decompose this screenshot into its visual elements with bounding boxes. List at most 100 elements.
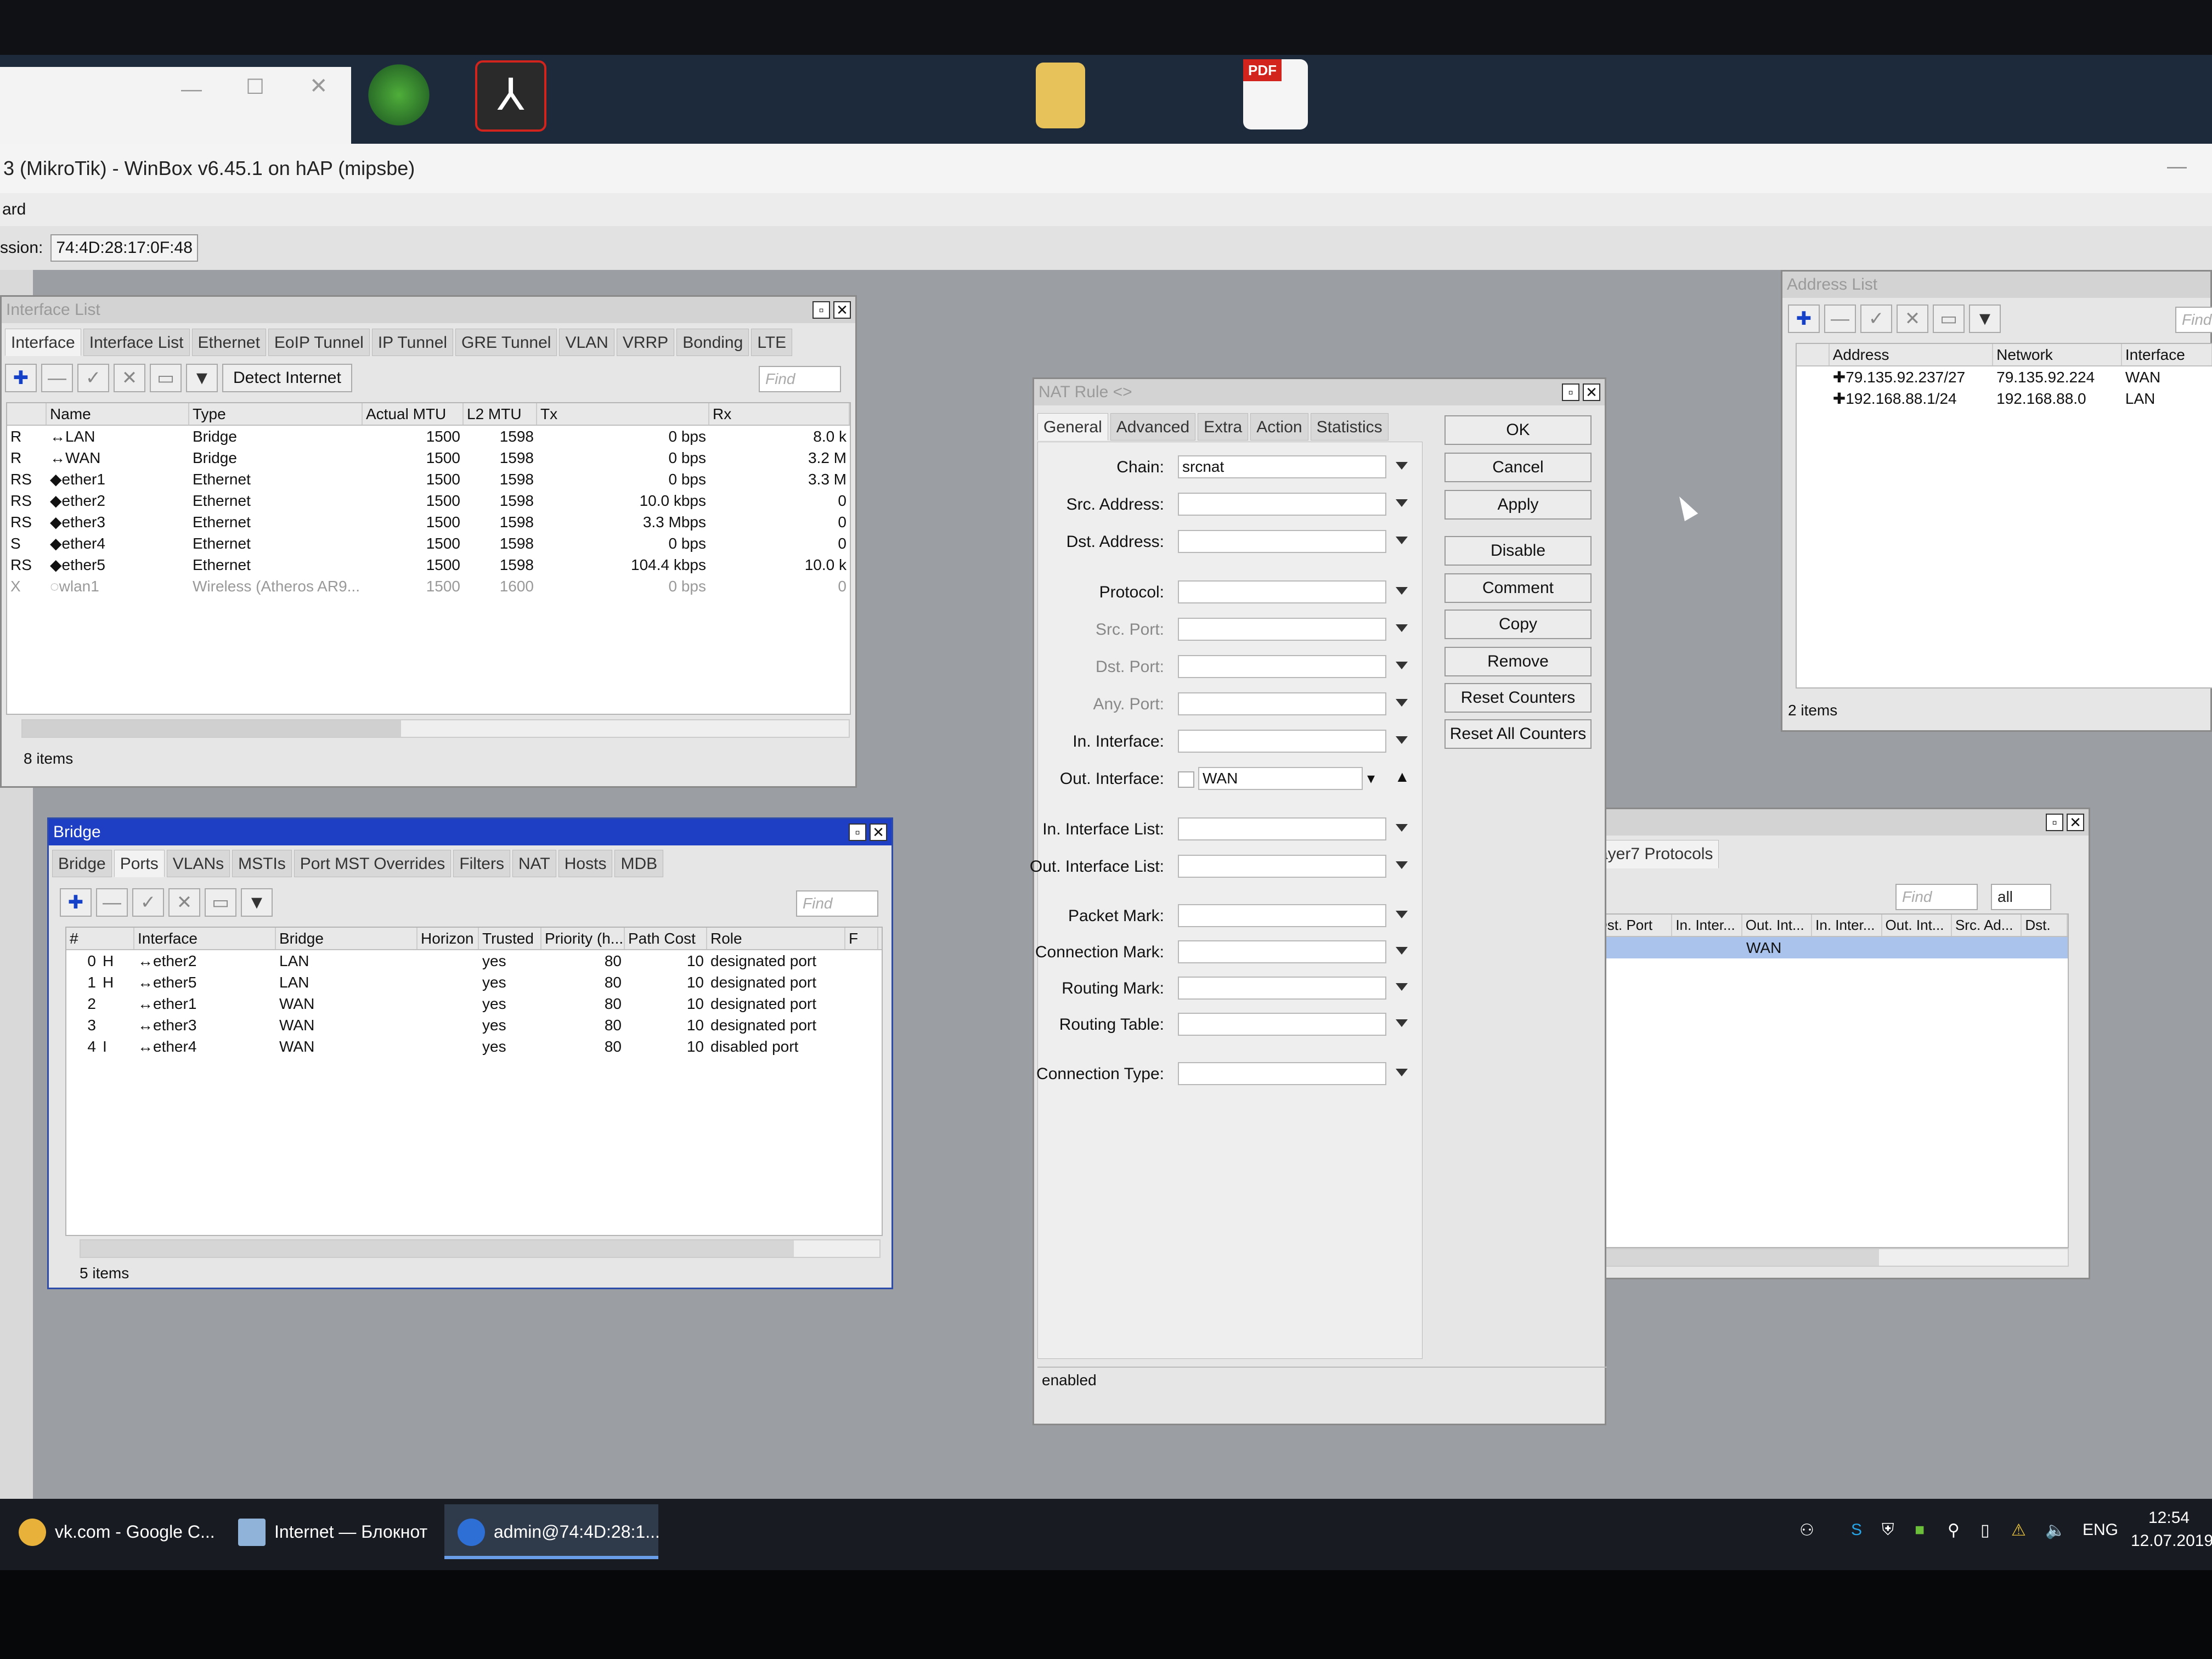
tab-eoip-tunnel[interactable]: EoIP Tunnel	[268, 329, 370, 356]
volume-icon[interactable]: 🔈	[2045, 1521, 2066, 1540]
chain-input[interactable]: srcnat	[1178, 455, 1386, 478]
table-row[interactable]: ✚79.135.92.237/27 79.135.92.224 WAN	[1797, 366, 2212, 388]
tab-mstis[interactable]: MSTIs	[232, 850, 292, 877]
tab-bonding[interactable]: Bonding	[676, 329, 749, 356]
remove-button[interactable]: Remove	[1444, 647, 1592, 676]
table-row[interactable]: S ◆ether4 Ethernet 1500 1598 0 bps 0	[7, 533, 850, 554]
add-icon[interactable]: ✚	[60, 888, 92, 917]
maximize-icon[interactable]: ▫	[849, 823, 866, 841]
winrar-archive-icon[interactable]	[1036, 63, 1085, 128]
menu-dashboard[interactable]: ard	[2, 200, 26, 218]
session-value[interactable]: 74:4D:28:17:0F:48	[50, 234, 198, 262]
in-interface-input[interactable]	[1178, 730, 1386, 753]
chevron-down-icon[interactable]	[1396, 699, 1408, 707]
src-address-input[interactable]	[1178, 493, 1386, 516]
packet-mark-input[interactable]	[1178, 904, 1386, 927]
dst-address-input[interactable]	[1178, 530, 1386, 553]
find-input[interactable]: Find	[2175, 307, 2212, 333]
chevron-up-icon[interactable]: ▲	[1395, 768, 1410, 786]
tab-port-mst-overrides[interactable]: Port MST Overrides	[294, 850, 452, 877]
dst-port-input[interactable]	[1178, 655, 1386, 678]
clock-time[interactable]: 12:54	[2148, 1509, 2190, 1527]
cancel-button[interactable]: Cancel	[1444, 453, 1592, 482]
col-network[interactable]: Network	[1993, 344, 2122, 365]
table-row[interactable]: RS ◆ether2 Ethernet 1500 1598 10.0 kbps 0	[7, 490, 850, 511]
find-input[interactable]: Find	[796, 890, 878, 917]
col-horizon[interactable]: Horizon	[417, 928, 479, 949]
enable-icon[interactable]: ✓	[1860, 304, 1892, 333]
filter-icon[interactable]: ▼	[186, 364, 218, 392]
tab-ip-tunnel[interactable]: IP Tunnel	[371, 329, 454, 356]
apply-button[interactable]: Apply	[1444, 490, 1592, 520]
close-icon[interactable]: ✕	[2067, 814, 2084, 831]
globe-app-icon[interactable]	[363, 59, 435, 131]
table-row[interactable]: RS ◆ether1 Ethernet 1500 1598 0 bps 3.3 M	[7, 469, 850, 490]
col-priority[interactable]: Priority (h...	[541, 928, 625, 949]
chevron-down-icon[interactable]	[1396, 1019, 1408, 1027]
pdf-file-icon[interactable]: PDF	[1243, 59, 1308, 129]
filter-icon[interactable]: ▼	[1969, 304, 2001, 333]
comment-button[interactable]: Comment	[1444, 573, 1592, 603]
table-row[interactable]: 4 I ↔ether4 WAN yes 80 10 disabled port	[66, 1036, 882, 1057]
chevron-down-icon[interactable]	[1396, 736, 1408, 744]
chevron-down-icon[interactable]	[1396, 911, 1408, 918]
maximize-icon[interactable]: ▫	[812, 301, 830, 319]
dropdown-icon[interactable]: ▾	[1367, 769, 1375, 787]
tab-layer7-protocols[interactable]: ayer7 Protocols	[1593, 840, 1719, 868]
filter-icon[interactable]: ▼	[241, 888, 273, 917]
chevron-down-icon[interactable]	[1396, 587, 1408, 595]
warning-icon[interactable]: ⚠	[2011, 1521, 2026, 1540]
chevron-down-icon[interactable]	[1396, 499, 1408, 507]
horizontal-scrollbar[interactable]	[80, 1239, 881, 1258]
chevron-down-icon[interactable]	[1396, 462, 1408, 470]
col-f[interactable]: F	[845, 928, 878, 949]
col-tx[interactable]: Tx	[537, 403, 709, 425]
language-indicator[interactable]: ENG	[2083, 1521, 2118, 1539]
col-src-address[interactable]: Src. Ad...	[1952, 915, 2022, 936]
chevron-down-icon[interactable]	[1396, 662, 1408, 669]
chevron-down-icon[interactable]	[1396, 824, 1408, 832]
disable-button[interactable]: Disable	[1444, 536, 1592, 566]
table-row[interactable]: 0 H ↔ether2 LAN yes 80 10 designated port	[66, 950, 882, 972]
tab-extra[interactable]: Extra	[1198, 413, 1249, 441]
nvidia-icon[interactable]: ■	[1915, 1521, 1925, 1539]
reset-all-counters-button[interactable]: Reset All Counters	[1444, 719, 1592, 749]
scrollbar-thumb[interactable]	[22, 720, 401, 737]
table-row[interactable]: R ↔WAN Bridge 1500 1598 0 bps 3.2 M	[7, 447, 850, 469]
col-in-interface[interactable]: In. Inter...	[1672, 915, 1742, 936]
reset-counters-button[interactable]: Reset Counters	[1444, 683, 1592, 713]
col-name[interactable]: Name	[47, 403, 189, 425]
col-in-interface-list[interactable]: In. Inter...	[1812, 915, 1882, 936]
horizontal-scrollbar[interactable]	[1593, 1248, 2069, 1267]
table-row[interactable]: RS ◆ether5 Ethernet 1500 1598 104.4 kbps 10.0 …	[7, 554, 850, 575]
enable-icon[interactable]: ✓	[132, 888, 164, 917]
tab-hosts[interactable]: Hosts	[558, 850, 613, 877]
col-bridge[interactable]: Bridge	[276, 928, 417, 949]
ok-button[interactable]: OK	[1444, 415, 1592, 445]
detect-internet-button[interactable]: Detect Internet	[222, 364, 352, 392]
disable-icon[interactable]: ✕	[168, 888, 200, 917]
add-icon[interactable]: ✚	[1788, 304, 1820, 333]
skype-icon[interactable]: S	[1851, 1521, 1862, 1539]
table-row[interactable]: ✚192.168.88.1/24 192.168.88.0 LAN	[1797, 388, 2212, 409]
tab-action[interactable]: Action	[1250, 413, 1308, 441]
remove-icon[interactable]: —	[41, 364, 73, 392]
usb-icon[interactable]: ▯	[1980, 1521, 1990, 1540]
table-row[interactable]: WAN	[1594, 937, 2068, 958]
tab-vlan[interactable]: VLAN	[559, 329, 614, 356]
col-interface[interactable]: Interface	[134, 928, 276, 949]
col-interface[interactable]: Interface	[2122, 344, 2212, 365]
col-trusted[interactable]: Trusted	[479, 928, 541, 949]
tab-filters[interactable]: Filters	[453, 850, 510, 877]
table-row[interactable]: X ◌wlan1 Wireless (Atheros AR9... 1500 1600 0…	[7, 575, 850, 597]
chevron-down-icon[interactable]	[1396, 947, 1408, 955]
taskbar-item-winbox[interactable]: admin@74:4D:28:1...	[444, 1504, 660, 1559]
col-role[interactable]: Role	[707, 928, 845, 949]
in-interface-list-input[interactable]	[1178, 817, 1386, 840]
horizontal-scrollbar[interactable]	[21, 719, 850, 738]
col-out-interface-list[interactable]: Out. Int...	[1882, 915, 1952, 936]
out-interface-input[interactable]: WAN	[1198, 767, 1363, 790]
col-actual-mtu[interactable]: Actual MTU	[363, 403, 464, 425]
connection-mark-input[interactable]	[1178, 940, 1386, 963]
tab-mdb[interactable]: MDB	[614, 850, 664, 877]
